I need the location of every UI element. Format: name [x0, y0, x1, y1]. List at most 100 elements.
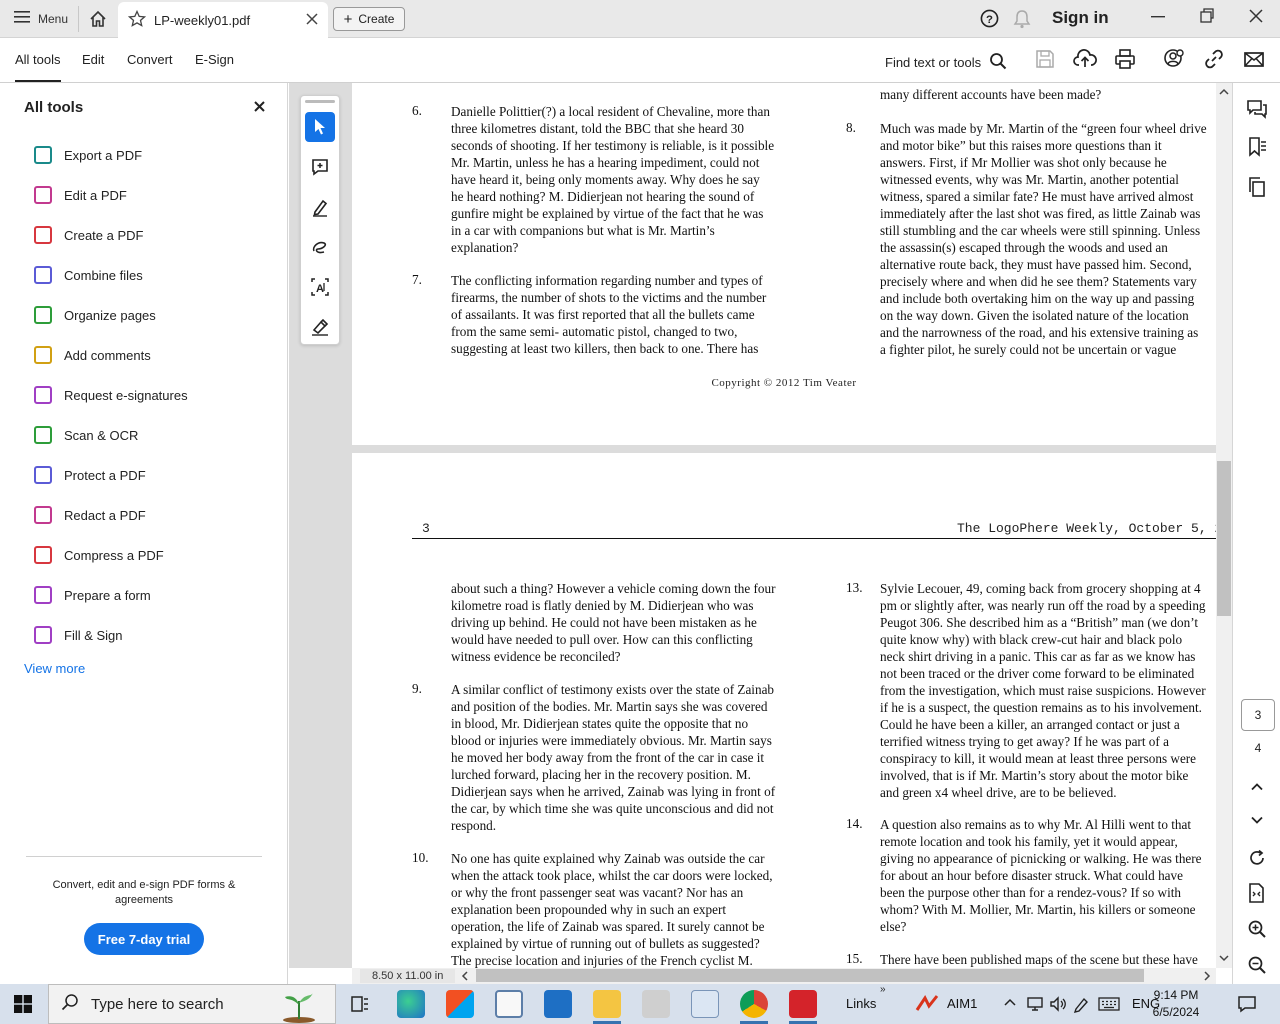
tool-item[interactable]: Create a PDF: [34, 223, 143, 247]
mail-icon[interactable]: [544, 990, 572, 1018]
select-cursor-icon[interactable]: [305, 112, 335, 142]
scrollbar-thumb[interactable]: [476, 969, 1144, 982]
paragraph-line: and motor bike” but this raises more que…: [880, 138, 1162, 153]
scroll-up-icon[interactable]: [1217, 86, 1231, 101]
tool-item[interactable]: Protect a PDF: [34, 463, 146, 487]
tool-item[interactable]: Fill & Sign: [34, 623, 123, 647]
scrollbar-thumb[interactable]: [1217, 461, 1231, 616]
tool-item[interactable]: Edit a PDF: [34, 183, 127, 207]
notification-center-icon[interactable]: [1237, 994, 1257, 1017]
text-recognition-icon[interactable]: A: [305, 272, 335, 302]
list-number: 13.: [846, 580, 863, 595]
next-page-icon[interactable]: [1245, 808, 1269, 832]
zoom-out-icon[interactable]: [1245, 953, 1269, 977]
paragraph-line: else?: [880, 919, 907, 934]
bookmarks-icon[interactable]: [1245, 135, 1269, 159]
close-tab-icon[interactable]: [306, 12, 318, 28]
tool-item[interactable]: Request e-signatures: [34, 383, 188, 407]
media-player-icon[interactable]: [495, 990, 523, 1018]
comments-icon[interactable]: [1245, 97, 1269, 121]
tool-item[interactable]: Export a PDF: [34, 143, 142, 167]
scroll-down-icon[interactable]: [1217, 952, 1231, 967]
highlight-pen-icon[interactable]: [305, 192, 335, 222]
tool-item[interactable]: Scan & OCR: [34, 423, 138, 447]
pdf-page: 3 The LogoPhere Weekly, October 5, 2012 …: [352, 453, 1216, 968]
tool-item[interactable]: Organize pages: [34, 303, 156, 327]
page-number: 3: [422, 521, 430, 536]
find-tools-button[interactable]: Find text or tools: [885, 52, 1007, 73]
previous-page-icon[interactable]: [1245, 775, 1269, 799]
tool-item[interactable]: Add comments: [34, 343, 151, 367]
aim-label[interactable]: AIM1: [947, 996, 977, 1011]
tab-all-tools[interactable]: All tools: [15, 52, 61, 82]
acrobat-icon[interactable]: [789, 990, 817, 1018]
current-page-box[interactable]: 3: [1241, 699, 1275, 731]
minimize-icon[interactable]: [1143, 6, 1173, 31]
keyboard-icon[interactable]: [1098, 996, 1120, 1015]
tab-edit[interactable]: Edit: [82, 52, 104, 67]
paragraph-line: the assassin(s) escaped through the wood…: [880, 240, 1168, 255]
tool-item[interactable]: Prepare a form: [34, 583, 151, 607]
pen-icon[interactable]: [1072, 995, 1090, 1016]
system-clock[interactable]: 9:14 PM 6/5/2024: [1146, 987, 1206, 1021]
restore-icon[interactable]: [1192, 6, 1222, 31]
file-explorer-icon[interactable]: [593, 990, 621, 1018]
save-icon[interactable]: [1034, 48, 1058, 72]
help-icon[interactable]: ?: [980, 9, 999, 31]
links-toolbar[interactable]: Links: [846, 996, 876, 1011]
document-tab[interactable]: LP-weekly01.pdf: [118, 2, 328, 38]
email-icon[interactable]: [1243, 48, 1267, 72]
tab-convert[interactable]: Convert: [127, 52, 173, 67]
drag-handle[interactable]: [305, 100, 335, 103]
app-icon[interactable]: [642, 990, 670, 1018]
document-viewer[interactable]: many different accounts have been made? …: [289, 83, 1216, 968]
notepad-icon[interactable]: [691, 990, 719, 1018]
paragraph-line: lurched forward, placing her in the reco…: [451, 767, 751, 782]
network-icon[interactable]: [1026, 995, 1044, 1016]
upload-cloud-icon[interactable]: [1073, 48, 1097, 72]
zoom-in-icon[interactable]: [1245, 917, 1269, 941]
star-icon[interactable]: [127, 9, 147, 31]
sign-in-link[interactable]: Sign in: [1052, 8, 1109, 28]
notification-bell-icon[interactable]: [1013, 9, 1031, 32]
free-trial-button[interactable]: Free 7-day trial: [84, 923, 204, 955]
page-thumbnails-icon[interactable]: [1245, 175, 1269, 199]
print-icon[interactable]: [1114, 48, 1138, 72]
volume-icon[interactable]: [1049, 995, 1067, 1016]
taskbar-search-box[interactable]: Type here to search: [48, 984, 336, 1024]
menu-button[interactable]: Menu: [14, 10, 68, 27]
tool-icon: [34, 626, 52, 644]
close-window-icon[interactable]: [1241, 6, 1271, 31]
windows-start-icon[interactable]: [14, 995, 32, 1016]
link-icon[interactable]: [1203, 48, 1227, 72]
create-button[interactable]: + Create: [333, 7, 405, 31]
tool-icon: [34, 386, 52, 404]
next-page-number[interactable]: 4: [1241, 741, 1275, 755]
share-user-icon[interactable]: [1163, 48, 1187, 72]
fit-page-icon[interactable]: [1245, 881, 1269, 905]
tool-item[interactable]: Combine files: [34, 263, 143, 287]
paragraph-line: of assailants. It was first reported tha…: [451, 307, 755, 322]
tool-item[interactable]: Redact a PDF: [34, 503, 146, 527]
tool-icon: [34, 426, 52, 444]
chevron-more-icon[interactable]: »: [880, 984, 886, 995]
microsoft-store-icon[interactable]: [446, 990, 474, 1018]
task-view-icon[interactable]: [350, 995, 370, 1016]
show-hidden-icons-icon[interactable]: [1003, 996, 1017, 1013]
sign-pen-icon[interactable]: [305, 312, 335, 342]
hamburger-icon: [14, 10, 30, 27]
home-icon[interactable]: [88, 9, 108, 32]
paragraph-line: operation, the life of Zainab was spared…: [451, 919, 765, 934]
chrome-browser-icon[interactable]: [740, 990, 768, 1018]
view-more-link[interactable]: View more: [24, 661, 85, 676]
close-panel-icon[interactable]: [254, 99, 265, 117]
refresh-icon[interactable]: [1245, 846, 1269, 870]
aim-icon[interactable]: [915, 994, 941, 1017]
tool-label: Redact a PDF: [64, 507, 146, 523]
add-comment-icon[interactable]: [305, 152, 335, 182]
running-title: The LogoPhere Weekly, October 5, 2012: [957, 521, 1216, 536]
tab-e-sign[interactable]: E-Sign: [195, 52, 234, 67]
freehand-draw-icon[interactable]: [305, 232, 335, 262]
tool-item[interactable]: Compress a PDF: [34, 543, 164, 567]
edge-browser-icon[interactable]: [397, 990, 425, 1018]
